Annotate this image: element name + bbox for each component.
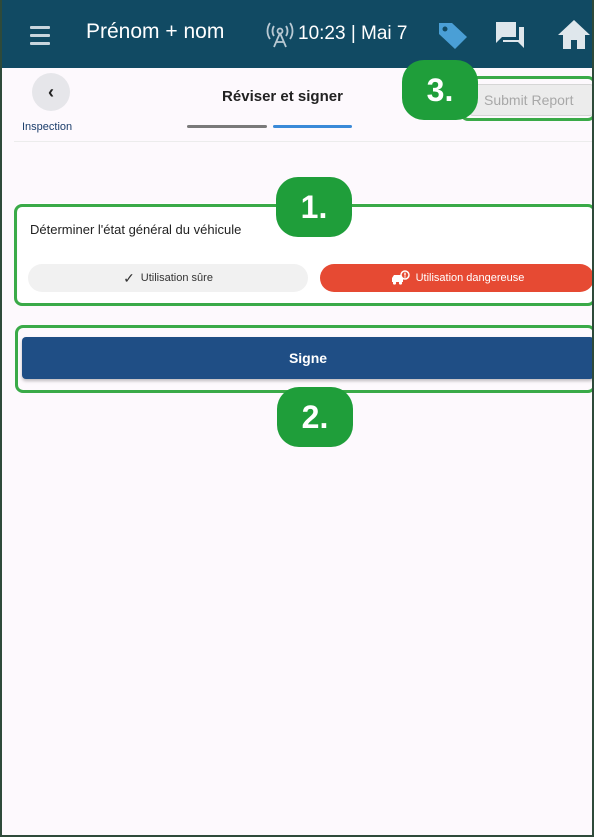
annotation-box-2 [15,325,594,393]
annotation-badge-2: 2. [277,387,353,447]
user-name: Prénom + nom [86,20,225,43]
annotation-box-3 [460,76,594,121]
step-indicator-1 [187,125,267,128]
step-indicator-2 [273,125,352,128]
annotation-badge-1: 1. [276,177,352,237]
annotation-badge-3: 3. [402,60,478,120]
signal-icon [266,22,294,48]
home-icon[interactable] [556,18,592,50]
back-label: Inspection [22,121,73,133]
clock-date: 10:23 | Mai 7 [298,23,408,44]
menu-icon[interactable] [30,26,50,46]
header-divider [14,141,594,142]
chat-icon[interactable] [494,20,526,50]
tag-icon[interactable] [436,18,470,52]
status-bar: Prénom + nom 10:23 | Mai 7 [0,0,594,68]
